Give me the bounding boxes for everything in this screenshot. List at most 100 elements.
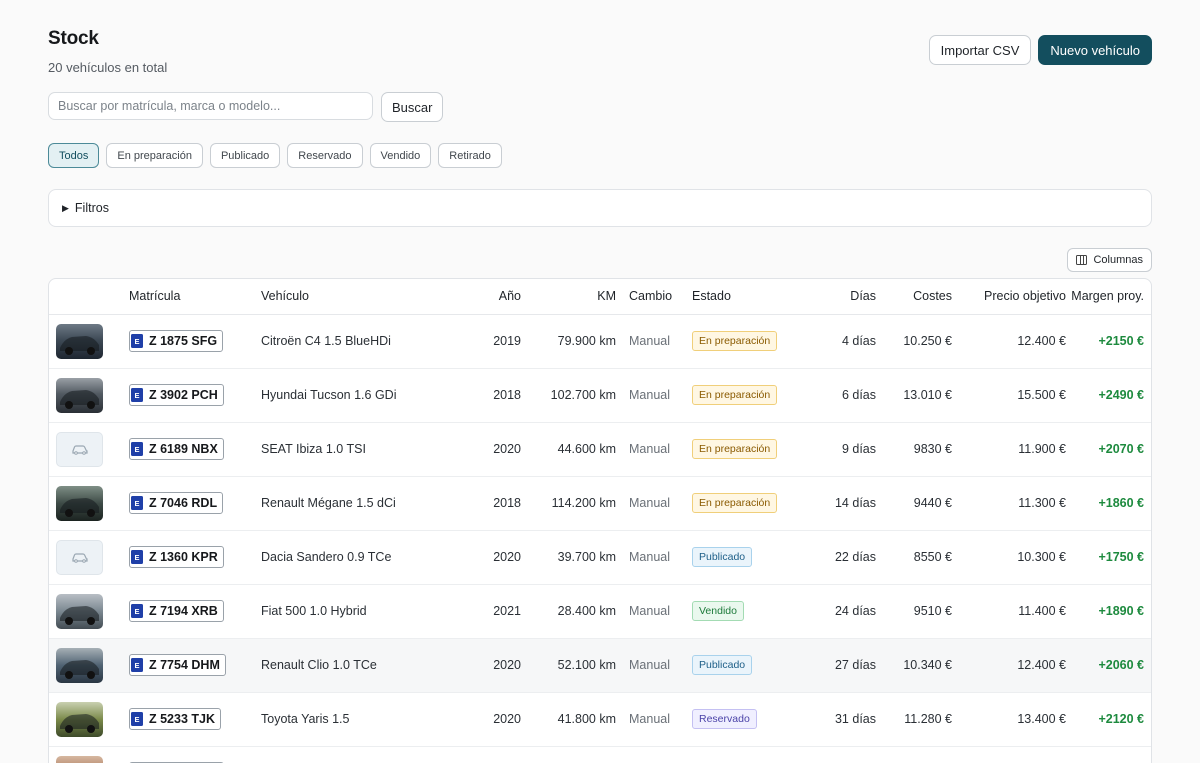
- vehicle-name[interactable]: Fiat 500 1.0 Hybrid: [261, 584, 451, 639]
- import-csv-button[interactable]: Importar CSV: [928, 35, 1032, 65]
- filters-toggle[interactable]: ▶ Filtros: [48, 189, 1152, 227]
- tab-retirado[interactable]: Retirado: [438, 143, 502, 168]
- vehicle-photo: [56, 755, 103, 763]
- vehicle-name[interactable]: SEAT León 1.5 TSI: [261, 746, 451, 763]
- search-bar: Buscar: [48, 92, 444, 122]
- vehicle-gearbox: Manual: [616, 422, 684, 477]
- tab-todos[interactable]: Todos: [48, 143, 100, 168]
- target-price: 12.400 €: [952, 638, 1066, 693]
- col-days[interactable]: Días: [802, 279, 876, 315]
- eu-flag-icon: E: [131, 712, 143, 726]
- table-row[interactable]: EZ 8187 CVKSEAT León 1.5 TSI201974.300 k…: [49, 746, 1151, 763]
- col-year[interactable]: Año: [451, 279, 521, 315]
- vehicle-costs: 11.280 €: [876, 692, 952, 747]
- status-badge: En preparación: [692, 493, 778, 513]
- vehicle-gearbox: Manual: [616, 314, 684, 369]
- vehicle-year: 2020: [451, 638, 521, 693]
- eu-flag-icon: E: [131, 604, 143, 618]
- header-actions: Importar CSV Nuevo vehículo: [928, 35, 1152, 65]
- tab-vendido[interactable]: Vendido: [369, 143, 432, 168]
- columns-button[interactable]: Columnas: [1067, 248, 1152, 272]
- tab-reservado[interactable]: Reservado: [287, 143, 363, 168]
- license-plate: E Z 1360 KPR: [129, 546, 224, 568]
- table-row[interactable]: E Z 7046 RDL Renault Mégane 1.5 dCi 2018 114…: [49, 476, 1151, 531]
- vehicle-km: 114.200 km: [521, 476, 616, 531]
- status-tabs: Todos En preparación Publicado Reservado Ven…: [48, 143, 502, 168]
- vehicle-name[interactable]: Hyundai Tucson 1.6 GDi: [261, 368, 451, 423]
- vehicle-name[interactable]: Renault Clio 1.0 TCe: [261, 638, 451, 693]
- col-margin[interactable]: Margen proy.: [1066, 279, 1151, 315]
- table-row[interactable]: E Z 5233 TJK Toyota Yaris 1.5 2020 41.800 km…: [49, 692, 1151, 747]
- col-km[interactable]: KM: [521, 279, 616, 315]
- license-plate: E Z 1875 SFG: [129, 330, 224, 352]
- vehicle-km: 44.600 km: [521, 422, 616, 477]
- table-row[interactable]: E Z 1875 SFG Citroën C4 1.5 BlueHDi 2019 79.…: [49, 314, 1151, 369]
- vehicle-photo: [56, 647, 103, 683]
- projected-margin: +1890 €: [1066, 584, 1151, 639]
- tab-en-preparacion[interactable]: En preparación: [106, 143, 203, 168]
- vehicle-gearbox: Manual: [616, 746, 684, 763]
- vehicle-name[interactable]: Toyota Yaris 1.5: [261, 692, 451, 747]
- projected-margin: +2185 €: [1066, 746, 1151, 763]
- caret-right-icon: ▶: [62, 202, 69, 213]
- new-vehicle-button[interactable]: Nuevo vehículo: [1038, 35, 1152, 65]
- vehicle-costs: 12.715 €: [876, 746, 952, 763]
- license-plate: E Z 6189 NBX: [129, 438, 224, 460]
- vehicle-km: 41.800 km: [521, 692, 616, 747]
- table-row[interactable]: E Z 3902 PCH Hyundai Tucson 1.6 GDi 2018 102…: [49, 368, 1151, 423]
- license-plate: E Z 7754 DHM: [129, 654, 226, 676]
- vehicle-gearbox: Manual: [616, 638, 684, 693]
- status-badge: Reservado: [692, 709, 757, 729]
- table-row[interactable]: E Z 7754 DHM Renault Clio 1.0 TCe 2020 52.10…: [49, 638, 1151, 693]
- col-gearbox[interactable]: Cambio: [616, 279, 684, 315]
- tab-publicado[interactable]: Publicado: [209, 143, 281, 168]
- col-vehicle[interactable]: Vehículo: [261, 279, 451, 315]
- vehicle-costs: 13.010 €: [876, 368, 952, 423]
- vehicle-photo: [56, 593, 103, 629]
- search-input[interactable]: [48, 92, 373, 120]
- status-badge: En preparación: [692, 385, 778, 405]
- vehicle-costs: 9830 €: [876, 422, 952, 477]
- projected-margin: +2490 €: [1066, 368, 1151, 423]
- vehicle-year: 2019: [451, 314, 521, 369]
- vehicle-year: 2020: [451, 692, 521, 747]
- projected-margin: +1750 €: [1066, 530, 1151, 585]
- status-badge: Publicado: [692, 547, 753, 567]
- vehicle-name[interactable]: Citroën C4 1.5 BlueHDi: [261, 314, 451, 369]
- vehicle-gearbox: Manual: [616, 368, 684, 423]
- vehicle-costs: 10.250 €: [876, 314, 952, 369]
- table-row[interactable]: E Z 1360 KPR Dacia Sandero 0.9 TCe 2020 39.7…: [49, 530, 1151, 585]
- col-costs[interactable]: Costes: [876, 279, 952, 315]
- days-in-stock: 4 días: [802, 314, 876, 369]
- vehicle-year: 2018: [451, 476, 521, 531]
- days-in-stock: 6 días: [802, 368, 876, 423]
- vehicle-name[interactable]: SEAT Ibiza 1.0 TSI: [261, 422, 451, 477]
- vehicle-costs: 9510 €: [876, 584, 952, 639]
- table-row[interactable]: E Z 6189 NBX SEAT Ibiza 1.0 TSI 2020 44.600 …: [49, 422, 1151, 477]
- vehicle-km: 52.100 km: [521, 638, 616, 693]
- col-target-price[interactable]: Precio objetivo: [952, 279, 1066, 315]
- search-button[interactable]: Buscar: [381, 92, 444, 122]
- target-price: 10.300 €: [952, 530, 1066, 585]
- col-plate[interactable]: Matrícula: [129, 279, 261, 315]
- license-plate: E Z 3902 PCH: [129, 384, 224, 406]
- vehicle-name[interactable]: Renault Mégane 1.5 dCi: [261, 476, 451, 531]
- vehicle-gearbox: Manual: [616, 530, 684, 585]
- eu-flag-icon: E: [131, 442, 143, 456]
- target-price: 15.500 €: [952, 368, 1066, 423]
- vehicle-year: 2018: [451, 368, 521, 423]
- target-price: 11.900 €: [952, 422, 1066, 477]
- eu-flag-icon: E: [131, 658, 143, 672]
- plate-number: Z 1875 SFG: [149, 334, 218, 348]
- vehicle-name[interactable]: Dacia Sandero 0.9 TCe: [261, 530, 451, 585]
- col-status[interactable]: Estado: [684, 279, 802, 315]
- vehicle-costs: 8550 €: [876, 530, 952, 585]
- vehicle-year: 2019: [451, 746, 521, 763]
- days-in-stock: 24 días: [802, 584, 876, 639]
- license-plate: E Z 7194 XRB: [129, 600, 224, 622]
- projected-margin: +2070 €: [1066, 422, 1151, 477]
- target-price: 12.400 €: [952, 314, 1066, 369]
- table-row[interactable]: E Z 7194 XRB Fiat 500 1.0 Hybrid 2021 28.400…: [49, 584, 1151, 639]
- vehicle-year: 2021: [451, 584, 521, 639]
- status-badge: En preparación: [692, 331, 778, 351]
